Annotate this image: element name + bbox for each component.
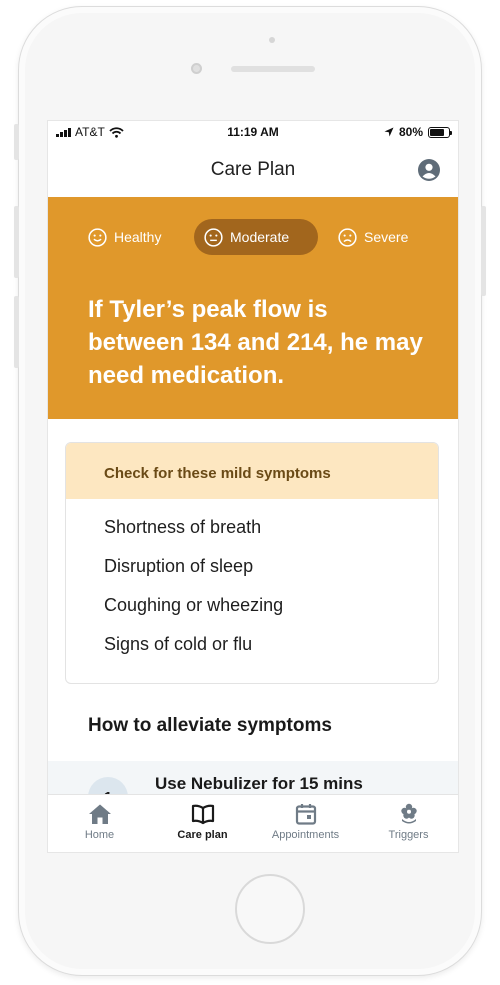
profile-icon[interactable] (418, 159, 440, 181)
status-bar: AT&T 11:19 AM 80% (48, 121, 458, 143)
tab-label: Appointments (271, 829, 340, 841)
zone-tab-label: Healthy (114, 229, 162, 245)
tab-label: Home (84, 829, 115, 841)
battery-icon (428, 126, 452, 138)
app-screen: AT&T 11:19 AM 80% Care Plan Healthy Mode… (47, 120, 459, 853)
front-camera (191, 63, 202, 74)
tab-care-plan[interactable]: Care plan (151, 803, 254, 841)
nav-bar: Care Plan (48, 143, 458, 197)
battery-percent: 80% (398, 125, 423, 139)
earpiece-speaker (231, 66, 315, 72)
tab-label: Triggers (388, 829, 429, 841)
zone-panel: Healthy Moderate Severe If Tyler’s peak … (48, 197, 458, 419)
volume-down-button (14, 296, 19, 368)
smile-face-icon (88, 227, 107, 247)
zone-tab-moderate[interactable]: Moderate (194, 219, 318, 255)
symptom-card: Check for these mild symptoms Shortness … (65, 442, 439, 684)
calendar-icon (295, 804, 316, 825)
frown-face-icon (338, 227, 357, 247)
step-text: Use Nebulizer for 15 mins (155, 774, 363, 793)
tab-label: Care plan (177, 829, 228, 841)
alleviate-step[interactable]: 1 Use Nebulizer for 15 mins (48, 761, 458, 817)
symptom-item: Signs of cold or flu (104, 634, 253, 654)
symptom-item: Coughing or wheezing (104, 595, 284, 615)
zone-tab-label: Severe (364, 229, 409, 245)
tab-triggers[interactable]: Triggers (357, 803, 458, 841)
sensor-dot (269, 37, 275, 43)
location-arrow-icon (384, 127, 394, 137)
volume-up-button (14, 206, 19, 278)
bottom-tab-bar: Home Care plan Appointments Triggers (48, 794, 458, 852)
home-icon (88, 804, 111, 824)
zone-tab-severe[interactable]: Severe (328, 219, 418, 255)
symptom-item: Disruption of sleep (104, 556, 254, 576)
flower-icon (400, 803, 417, 824)
tab-home[interactable]: Home (48, 803, 151, 841)
home-button[interactable] (235, 874, 305, 944)
zone-tab-healthy[interactable]: Healthy (78, 219, 171, 255)
neutral-face-icon (204, 227, 223, 247)
status-right: 80% (384, 125, 452, 139)
alleviate-section-title: How to alleviate symptoms (88, 715, 332, 736)
symptom-item: Shortness of breath (104, 517, 262, 537)
symptom-list: Shortness of breath Disruption of sleep … (66, 499, 438, 673)
page-title: Care Plan (210, 159, 296, 180)
zone-tabs: Healthy Moderate Severe (48, 219, 458, 255)
tab-appointments[interactable]: Appointments (254, 803, 357, 841)
zone-tab-label: Moderate (230, 229, 290, 245)
book-icon (191, 804, 214, 825)
mute-switch (14, 124, 19, 160)
power-button (481, 206, 486, 296)
zone-message: If Tyler’s peak flow is between 134 and … (88, 296, 423, 389)
symptom-card-header: Check for these mild symptoms (66, 443, 438, 499)
